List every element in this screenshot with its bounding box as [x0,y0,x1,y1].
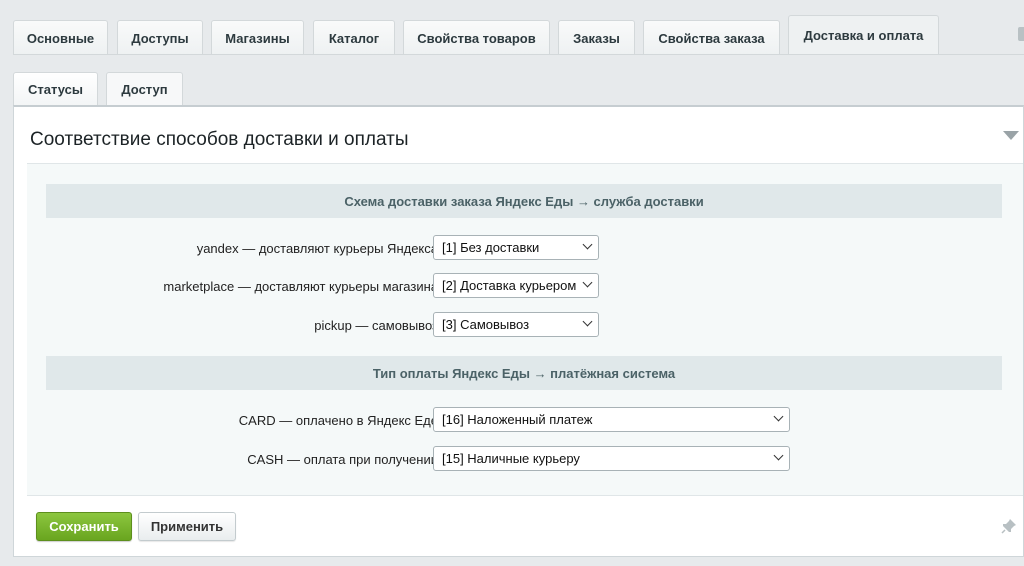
payment-select-cash[interactable]: [15] Наличные курьеру [433,446,790,471]
select-value: [3] Самовывоз [442,317,530,332]
save-button[interactable]: Сохранить [36,512,132,541]
delivery-label-yandex: yandex — доставляют курьеры Яндекса [196,241,438,256]
subtab-access[interactable]: Доступ [106,72,183,106]
tab-product-properties[interactable]: Свойства товаров [403,20,550,55]
select-value: [1] Без доставки [442,240,540,255]
mapping-form: Схема доставки заказа Яндекс Еды → служб… [27,163,1023,496]
tab-orders[interactable]: Заказы [558,20,635,55]
delivery-select-marketplace[interactable]: [2] Доставка курьером [433,273,599,298]
select-value: [15] Наличные курьеру [442,451,580,466]
payment-section-heading: Тип оплаты Яндекс Еды → платёжная систем… [46,356,1002,390]
chevron-down-icon [773,411,784,422]
tab-order-properties[interactable]: Свойства заказа [643,20,780,55]
sub-tabs: Статусы Доступ [13,72,1024,106]
tabs-divider [13,54,1024,55]
tab-catalog[interactable]: Каталог [313,20,395,55]
select-value: [16] Наложенный платеж [442,412,593,427]
chevron-down-icon [582,277,593,288]
settings-panel: Соответствие способов доставки и оплаты … [13,105,1024,557]
payment-select-card[interactable]: [16] Наложенный платеж [433,407,790,432]
tab-delivery-payment[interactable]: Доставка и оплата [788,15,939,55]
delivery-select-yandex[interactable]: [1] Без доставки [433,235,599,260]
chevron-down-icon [773,450,784,461]
pin-handle-icon[interactable] [1018,27,1024,41]
tab-stores[interactable]: Магазины [211,20,304,55]
delivery-label-pickup: pickup — самовывоз [314,318,438,333]
chevron-down-icon [582,239,593,250]
chevron-down-icon [582,316,593,327]
select-value: [2] Доставка курьером [442,278,577,293]
collapse-arrow-icon[interactable] [1003,131,1019,140]
main-tabs: Основные Доступы Магазины Каталог Свойст… [13,15,1024,55]
subtab-statuses[interactable]: Статусы [13,72,98,106]
tab-access[interactable]: Доступы [117,20,203,55]
delivery-section-heading: Схема доставки заказа Яндекс Еды → служб… [46,184,1002,218]
apply-button[interactable]: Применить [138,512,236,541]
payment-label-card: CARD — оплачено в Яндекс Еде [238,413,438,428]
payment-label-cash: CASH — оплата при получении [247,452,438,467]
tab-main[interactable]: Основные [13,20,108,55]
delivery-label-marketplace: marketplace — доставляют курьеры магазин… [163,279,438,294]
pin-icon[interactable] [1001,518,1017,534]
delivery-select-pickup[interactable]: [3] Самовывоз [433,312,599,337]
panel-title: Соответствие способов доставки и оплаты [30,129,409,150]
